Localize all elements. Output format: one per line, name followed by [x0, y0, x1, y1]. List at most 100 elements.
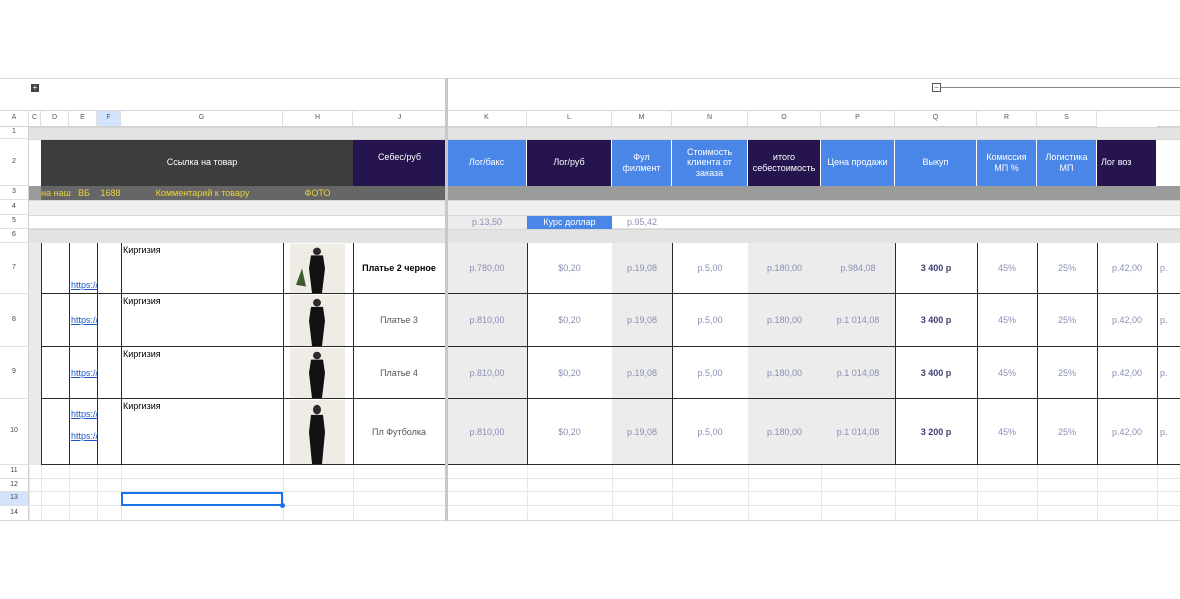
grid-hline	[29, 139, 1180, 140]
cell-client[interactable]: р.180,00	[748, 347, 821, 399]
cell-client[interactable]: р.180,00	[748, 294, 821, 347]
column-header-a[interactable]: A	[0, 111, 29, 127]
cell-total[interactable]: р.1 014,08	[821, 347, 895, 399]
cell-log_usd[interactable]: $0,20	[527, 243, 612, 294]
column-header-p[interactable]: P	[821, 111, 895, 127]
grid-line	[672, 506, 673, 521]
column-header-d[interactable]: D	[41, 111, 69, 127]
cell-cost[interactable]: р.810,00	[447, 294, 527, 347]
cell-log_usd[interactable]: $0,20	[527, 347, 612, 399]
column-header-q[interactable]: Q	[895, 111, 977, 127]
row-number-10[interactable]: 10	[0, 399, 29, 465]
row-number-6[interactable]: 6	[0, 229, 29, 243]
grid-line	[1037, 492, 1038, 506]
cell-ful[interactable]: р.5,00	[672, 399, 748, 465]
row3-photo: ФОТО	[304, 187, 331, 198]
cell-log_rub[interactable]: р.19,08	[612, 399, 672, 465]
cell-log_usd[interactable]: $0,20	[527, 294, 612, 347]
cell-partial[interactable]: р.	[1157, 347, 1180, 399]
grid-line	[672, 492, 673, 506]
cell-price[interactable]: 3 200 р	[895, 399, 977, 465]
column-header-e[interactable]: E	[69, 111, 97, 127]
header-sale-price: Цена продажи	[821, 139, 895, 186]
cell-ful[interactable]: р.5,00	[672, 243, 748, 294]
cell-logi[interactable]: р.42,00	[1097, 399, 1157, 465]
row-number-14[interactable]: 14	[0, 506, 29, 521]
product-link[interactable]: https://	[69, 314, 98, 328]
grid-line	[1157, 479, 1158, 492]
cell-comm[interactable]: 25%	[1037, 243, 1097, 294]
cell-log_usd[interactable]: $0,20	[527, 399, 612, 465]
cell-buyout[interactable]: 45%	[977, 243, 1037, 294]
column-header-o[interactable]: O	[748, 111, 821, 127]
cell-logi[interactable]: р.42,00	[1097, 347, 1157, 399]
cell-buyout[interactable]: 45%	[977, 294, 1037, 347]
cell-buyout[interactable]: 45%	[977, 399, 1037, 465]
row-number-2[interactable]: 2	[0, 139, 29, 186]
grid-line	[748, 465, 749, 479]
column-header-f[interactable]: F	[97, 111, 121, 127]
cell-comm[interactable]: 25%	[1037, 399, 1097, 465]
cell-comm[interactable]: 25%	[1037, 347, 1097, 399]
empty-row	[29, 479, 1180, 492]
cell-cost[interactable]: р.810,00	[447, 347, 527, 399]
column-header-m[interactable]: M	[612, 111, 672, 127]
column-header-partial	[1157, 111, 1180, 127]
column-header-j[interactable]: J	[353, 111, 447, 127]
cell-log_rub[interactable]: р.19,08	[612, 243, 672, 294]
cell-price[interactable]: 3 400 р	[895, 243, 977, 294]
row-number-1[interactable]: 1	[0, 127, 29, 139]
row-number-11[interactable]: 11	[0, 465, 29, 479]
product-link[interactable]: https://	[69, 278, 98, 292]
cell-comm[interactable]: 25%	[1037, 294, 1097, 347]
cell-total[interactable]: р.984,08	[821, 243, 895, 294]
cell-log_rub[interactable]: р.19,08	[612, 347, 672, 399]
cell-cost[interactable]: р.810,00	[447, 399, 527, 465]
row-number-13[interactable]: 13	[0, 492, 29, 506]
column-header-s[interactable]: S	[1037, 111, 1097, 127]
cell-partial[interactable]: р.	[1157, 243, 1180, 294]
row-number-9[interactable]: 9	[0, 347, 29, 399]
row-number-12[interactable]: 12	[0, 479, 29, 492]
freeze-divider[interactable]	[445, 78, 448, 521]
cell-ful[interactable]: р.5,00	[672, 347, 748, 399]
product-link[interactable]: https://	[69, 407, 98, 421]
row-number-8[interactable]: 8	[0, 294, 29, 347]
product-link[interactable]: https://	[69, 429, 98, 443]
row4-fill	[0, 200, 1180, 215]
row-number-4[interactable]: 4	[0, 200, 29, 215]
row6-fill	[0, 229, 1180, 243]
column-header-r[interactable]: R	[977, 111, 1037, 127]
row5-rate-label[interactable]: Курс доллар	[527, 215, 612, 229]
grid-line	[41, 492, 42, 506]
cell-buyout[interactable]: 45%	[977, 347, 1037, 399]
row-number-3[interactable]: 3	[0, 186, 29, 200]
column-header-k[interactable]: K	[447, 111, 527, 127]
column-header-h[interactable]: H	[283, 111, 353, 127]
cell-ful[interactable]: р.5,00	[672, 294, 748, 347]
cell-price[interactable]: 3 400 р	[895, 347, 977, 399]
cell-border	[283, 243, 284, 294]
cell-log_rub[interactable]: р.19,08	[612, 294, 672, 347]
cell-total[interactable]: р.1 014,08	[821, 294, 895, 347]
column-header-n[interactable]: N	[672, 111, 748, 127]
selected-cell-f13[interactable]	[121, 492, 283, 506]
cell-logi[interactable]: р.42,00	[1097, 294, 1157, 347]
grid-line	[612, 465, 613, 479]
column-header-g[interactable]: G	[121, 111, 283, 127]
cell-logi[interactable]: р.42,00	[1097, 243, 1157, 294]
selection-handle[interactable]	[280, 503, 285, 508]
cell-price[interactable]: 3 400 р	[895, 294, 977, 347]
cell-total[interactable]: р.1 014,08	[821, 399, 895, 465]
column-header-l[interactable]: L	[527, 111, 612, 127]
grid-line	[97, 506, 98, 521]
product-link[interactable]: https://	[69, 366, 98, 380]
cell-client[interactable]: р.180,00	[748, 399, 821, 465]
cell-client[interactable]: р.180,00	[748, 243, 821, 294]
column-header-c[interactable]: C	[29, 111, 41, 127]
cell-partial[interactable]: р.	[1157, 399, 1180, 465]
cell-cost[interactable]: р.780,00	[447, 243, 527, 294]
row-number-7[interactable]: 7	[0, 243, 29, 294]
cell-partial[interactable]: р.	[1157, 294, 1180, 347]
row-number-5[interactable]: 5	[0, 215, 29, 229]
